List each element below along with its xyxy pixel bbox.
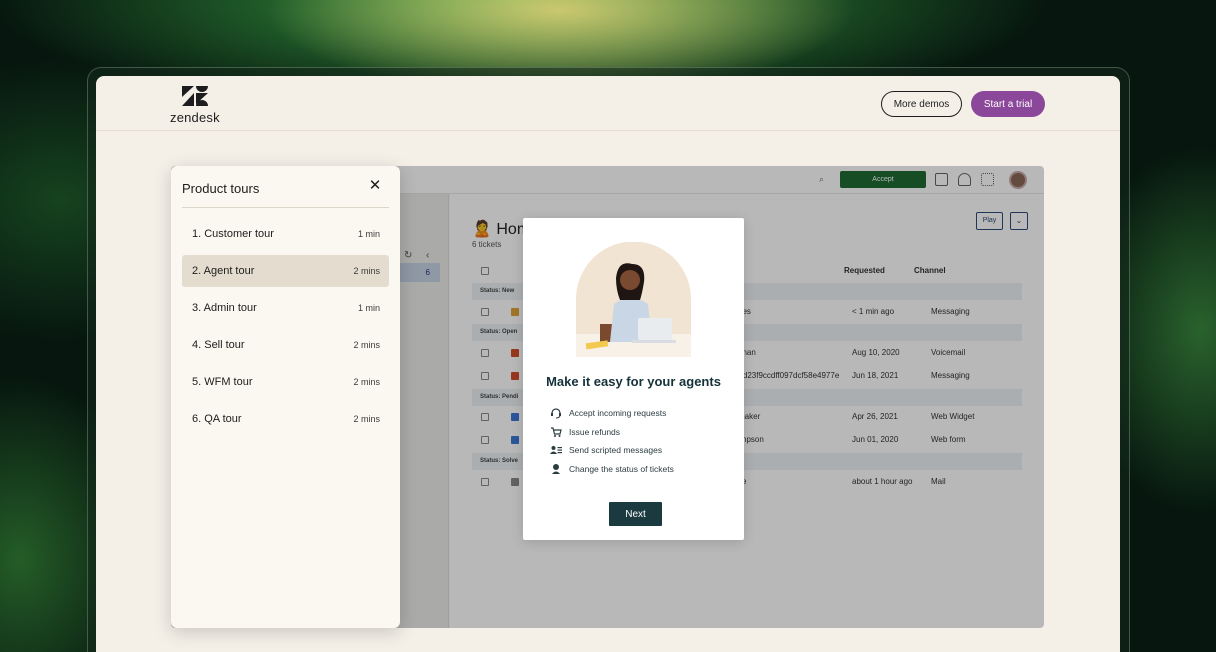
site-header: zendesk More demos Start a trial (96, 76, 1120, 131)
tour-item-wfm[interactable]: 5. WFM tour 2 mins (182, 366, 389, 398)
logo-text: zendesk (170, 110, 220, 125)
zendesk-mark-icon (182, 86, 208, 106)
divider (182, 207, 389, 208)
next-button[interactable]: Next (609, 502, 662, 526)
modal-title: Make it easy for your agents (546, 374, 721, 389)
feature-item: Issue refunds (550, 426, 730, 440)
more-demos-button[interactable]: More demos (881, 91, 962, 117)
tour-item-admin[interactable]: 3. Admin tour 1 min (182, 292, 389, 324)
tour-duration: 2 mins (353, 377, 380, 387)
tour-name: 1. Customer tour (192, 228, 274, 240)
feature-text: Change the status of tickets (569, 464, 674, 474)
tours-title: Product tours (182, 181, 260, 196)
tour-duration: 1 min (357, 229, 380, 239)
tour-item-sell[interactable]: 4. Sell tour 2 mins (182, 329, 389, 361)
demo-page: zendesk More demos Start a trial ⌕ Accep… (96, 76, 1120, 652)
tour-duration: 2 mins (353, 414, 380, 424)
close-icon[interactable]: ✕ (367, 178, 383, 194)
tour-duration: 1 min (357, 303, 380, 313)
tour-name: 5. WFM tour (192, 376, 253, 388)
product-tours-panel: Product tours ✕ 1. Customer tour 1 min 2… (171, 166, 400, 628)
feature-text: Send scripted messages (569, 445, 663, 455)
zendesk-logo[interactable]: zendesk (169, 85, 229, 125)
tour-name: 6. QA tour (192, 413, 242, 425)
agent-illustration (576, 242, 691, 357)
feature-item: Change the status of tickets (550, 463, 730, 477)
tour-step-modal: Make it easy for your agents Accept inco… (523, 218, 744, 540)
tour-name: 4. Sell tour (192, 339, 245, 351)
tour-duration: 2 mins (353, 266, 380, 276)
tour-item-agent[interactable]: 2. Agent tour 2 mins (182, 255, 389, 287)
user-list-icon (550, 446, 562, 454)
start-trial-button[interactable]: Start a trial (971, 91, 1045, 117)
feature-text: Accept incoming requests (569, 408, 667, 418)
tour-item-qa[interactable]: 6. QA tour 2 mins (182, 403, 389, 435)
headset-icon (551, 408, 561, 419)
agent-status-icon (552, 464, 560, 474)
tour-duration: 2 mins (353, 340, 380, 350)
feature-item: Accept incoming requests (550, 407, 730, 421)
tour-item-customer[interactable]: 1. Customer tour 1 min (182, 218, 389, 250)
cart-icon (551, 427, 562, 437)
tour-name: 3. Admin tour (192, 302, 257, 314)
feature-text: Issue refunds (569, 427, 621, 437)
feature-item: Send scripted messages (550, 444, 730, 458)
tour-name: 2. Agent tour (192, 265, 255, 277)
